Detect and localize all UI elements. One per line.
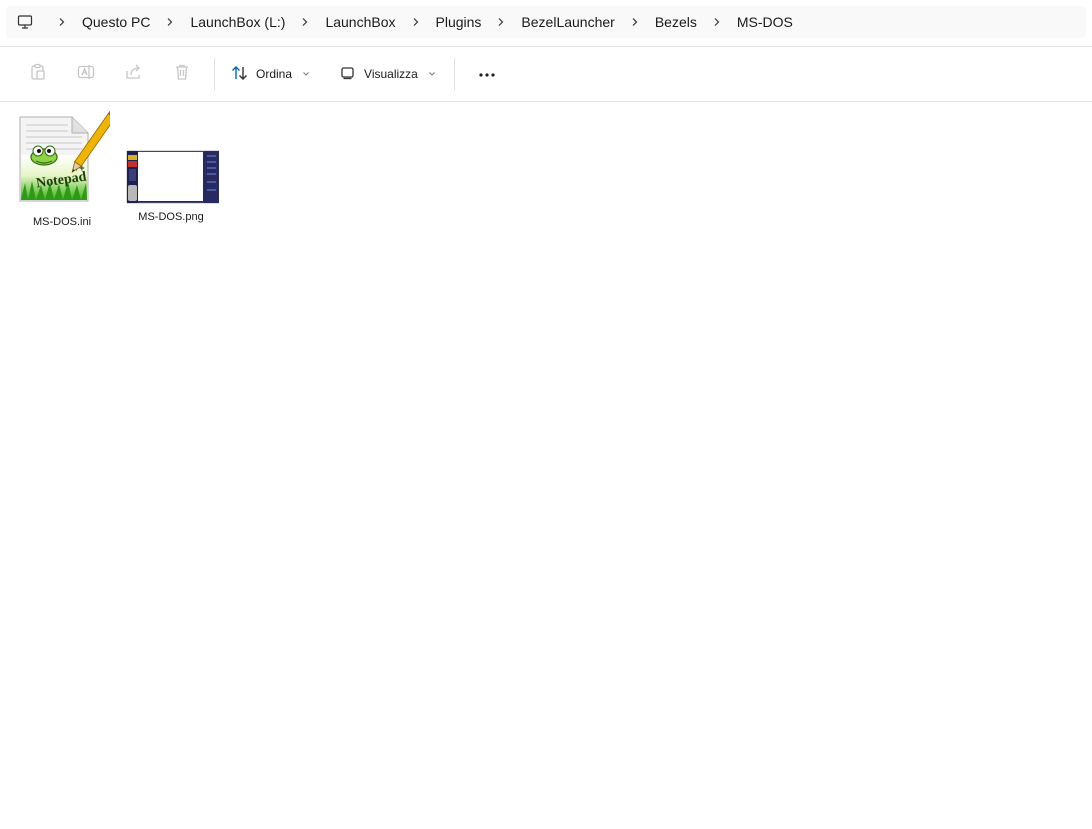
chevron-right-icon[interactable]	[152, 6, 188, 38]
breadcrumb-item-launchbox[interactable]: LaunchBox	[323, 14, 397, 30]
address-bar: Questo PC LaunchBox (L:) LaunchBox Plugi…	[0, 0, 1092, 47]
rename-icon	[77, 63, 95, 86]
chevron-right-icon[interactable]	[699, 6, 735, 38]
toolbar-divider	[214, 58, 215, 90]
paste-button[interactable]	[14, 56, 62, 92]
image-thumbnail	[123, 111, 220, 207]
delete-button[interactable]	[158, 56, 206, 92]
command-bar: Ordina Visualizza	[0, 47, 1092, 102]
chevron-down-icon	[428, 67, 436, 81]
clipboard-icon	[29, 63, 47, 86]
notepadpp-file-icon: Notepad ++	[14, 109, 118, 212]
breadcrumb-item-bezels[interactable]: Bezels	[653, 14, 699, 30]
view-button[interactable]: Visualizza	[332, 56, 444, 92]
breadcrumb-item-ms-dos[interactable]: MS-DOS	[735, 14, 795, 30]
breadcrumb-item-plugins[interactable]: Plugins	[434, 14, 484, 30]
sort-icon	[231, 65, 248, 84]
chevron-right-icon[interactable]	[287, 6, 323, 38]
rename-button[interactable]	[62, 56, 110, 92]
chevron-right-icon[interactable]	[483, 6, 519, 38]
file-name: MS-DOS.png	[138, 211, 204, 223]
view-icon	[340, 65, 356, 84]
sort-button[interactable]: Ordina	[223, 56, 318, 92]
chevron-right-icon[interactable]	[617, 6, 653, 38]
view-label: Visualizza	[364, 67, 418, 81]
breadcrumb-item-questo-pc[interactable]: Questo PC	[80, 14, 152, 30]
breadcrumb-item-drive[interactable]: LaunchBox (L:)	[188, 14, 287, 30]
file-item-png[interactable]: MS-DOS.png	[121, 111, 221, 223]
trash-icon	[173, 63, 191, 86]
computer-icon[interactable]	[6, 6, 44, 38]
sort-label: Ordina	[256, 67, 293, 81]
file-item-ini[interactable]: Notepad ++ MS-DOS.ini	[12, 109, 118, 228]
more-icon	[478, 65, 496, 83]
breadcrumb: Questo PC LaunchBox (L:) LaunchBox Plugi…	[6, 6, 1086, 38]
chevron-right-icon[interactable]	[398, 6, 434, 38]
chevron-right-icon[interactable]	[44, 6, 80, 38]
share-button[interactable]	[110, 56, 158, 92]
share-icon	[125, 63, 143, 86]
file-name: MS-DOS.ini	[32, 216, 92, 228]
chevron-down-icon	[302, 67, 310, 81]
more-options-button[interactable]	[463, 56, 511, 92]
toolbar-divider	[453, 58, 455, 90]
breadcrumb-item-bezellauncher[interactable]: BezelLauncher	[519, 14, 616, 30]
